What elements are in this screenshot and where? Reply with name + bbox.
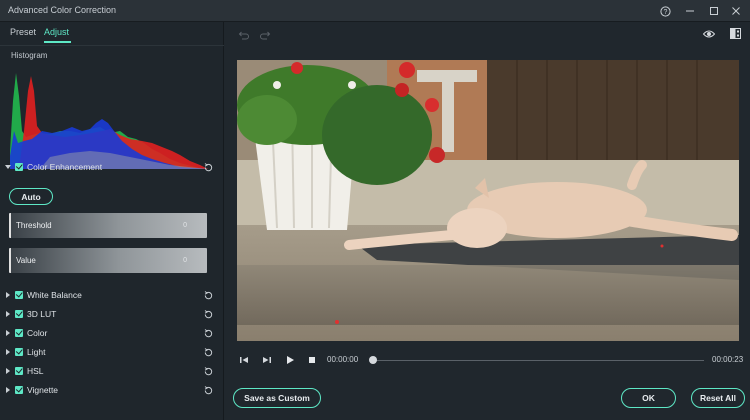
color-enhancement-checkbox[interactable]	[15, 163, 23, 171]
maximize-icon[interactable]	[706, 3, 722, 19]
video-preview[interactable]	[237, 60, 739, 341]
scrub-bar[interactable]	[372, 360, 704, 361]
scrub-handle[interactable]	[369, 356, 377, 364]
section-label: Color Enhancement	[27, 162, 102, 172]
play-icon[interactable]	[285, 355, 295, 365]
total-timecode: 00:00:23	[712, 355, 743, 364]
light-checkbox[interactable]	[15, 348, 23, 356]
reset-icon[interactable]	[203, 162, 214, 173]
section-label: 3D LUT	[27, 309, 56, 319]
redo-icon[interactable]	[260, 31, 272, 41]
expand-caret-icon[interactable]	[6, 368, 10, 374]
value-slider[interactable]: Value 0	[9, 248, 207, 273]
auto-button[interactable]: Auto	[9, 188, 53, 205]
3d-lut-checkbox[interactable]	[15, 310, 23, 318]
tab-adjust[interactable]: Adjust	[44, 27, 69, 37]
reset-icon[interactable]	[203, 309, 214, 320]
advanced-color-correction-window: Advanced Color Correction ? Preset Adjus…	[0, 0, 750, 420]
step-back-icon[interactable]	[239, 355, 249, 365]
preview-area: 00:00:00 00:00:23	[225, 22, 750, 420]
player-controls: 00:00:00 00:00:23	[225, 352, 750, 368]
ok-button[interactable]: OK	[621, 388, 676, 408]
reset-all-button[interactable]: Reset All	[691, 388, 745, 408]
expand-caret-icon[interactable]	[6, 387, 10, 393]
expand-caret-icon[interactable]	[6, 311, 10, 317]
reset-icon[interactable]	[203, 328, 214, 339]
preview-frame-image	[237, 60, 739, 341]
threshold-label: Threshold	[16, 221, 52, 230]
3d-lut-row[interactable]: 3D LUT	[0, 306, 224, 322]
expand-caret-icon[interactable]	[6, 292, 10, 298]
threshold-slider[interactable]: Threshold 0	[9, 213, 207, 238]
white-balance-row[interactable]: White Balance	[0, 287, 224, 303]
active-tab-indicator	[44, 41, 71, 43]
vignette-checkbox[interactable]	[15, 386, 23, 394]
section-label: Vignette	[27, 385, 58, 395]
reset-icon[interactable]	[203, 366, 214, 377]
tab-preset[interactable]: Preset	[10, 27, 36, 37]
adjust-panel: Preset Adjust Histogram Color Enhancemen…	[0, 22, 224, 420]
section-label: White Balance	[27, 290, 82, 300]
color-row[interactable]: Color	[0, 325, 224, 341]
window-title: Advanced Color Correction	[8, 5, 116, 15]
help-icon[interactable]: ?	[657, 3, 673, 19]
color-enhancement-row[interactable]: Color Enhancement	[0, 159, 224, 175]
section-label: Light	[27, 347, 45, 357]
reset-icon[interactable]	[203, 385, 214, 396]
hsl-row[interactable]: HSL	[0, 363, 224, 379]
reset-icon[interactable]	[203, 290, 214, 301]
section-label: HSL	[27, 366, 44, 376]
light-row[interactable]: Light	[0, 344, 224, 360]
white-balance-checkbox[interactable]	[15, 291, 23, 299]
collapse-caret-icon[interactable]	[5, 165, 11, 169]
footer-bar: Save as Custom OK Reset All	[225, 378, 750, 420]
color-checkbox[interactable]	[15, 329, 23, 337]
value-label: Value	[16, 256, 36, 265]
vignette-row[interactable]: Vignette	[0, 382, 224, 398]
section-label: Color	[27, 328, 47, 338]
current-timecode: 00:00:00	[327, 355, 358, 364]
title-bar: Advanced Color Correction ?	[0, 0, 750, 22]
eye-icon[interactable]	[703, 29, 715, 39]
histogram-graph	[10, 61, 208, 169]
split-compare-icon[interactable]	[730, 28, 741, 39]
threshold-value: 0	[183, 222, 187, 229]
svg-text:?: ?	[663, 9, 667, 16]
save-as-custom-button[interactable]: Save as Custom	[233, 388, 321, 408]
expand-caret-icon[interactable]	[6, 349, 10, 355]
value-value: 0	[183, 257, 187, 264]
histogram-label: Histogram	[11, 51, 47, 60]
minimize-icon[interactable]	[682, 3, 698, 19]
close-icon[interactable]	[728, 3, 744, 19]
tab-bar: Preset Adjust	[0, 22, 224, 46]
step-forward-icon[interactable]	[262, 355, 272, 365]
undo-icon[interactable]	[237, 31, 249, 41]
reset-icon[interactable]	[203, 347, 214, 358]
hsl-checkbox[interactable]	[15, 367, 23, 375]
stop-icon[interactable]	[307, 355, 317, 365]
expand-caret-icon[interactable]	[6, 330, 10, 336]
